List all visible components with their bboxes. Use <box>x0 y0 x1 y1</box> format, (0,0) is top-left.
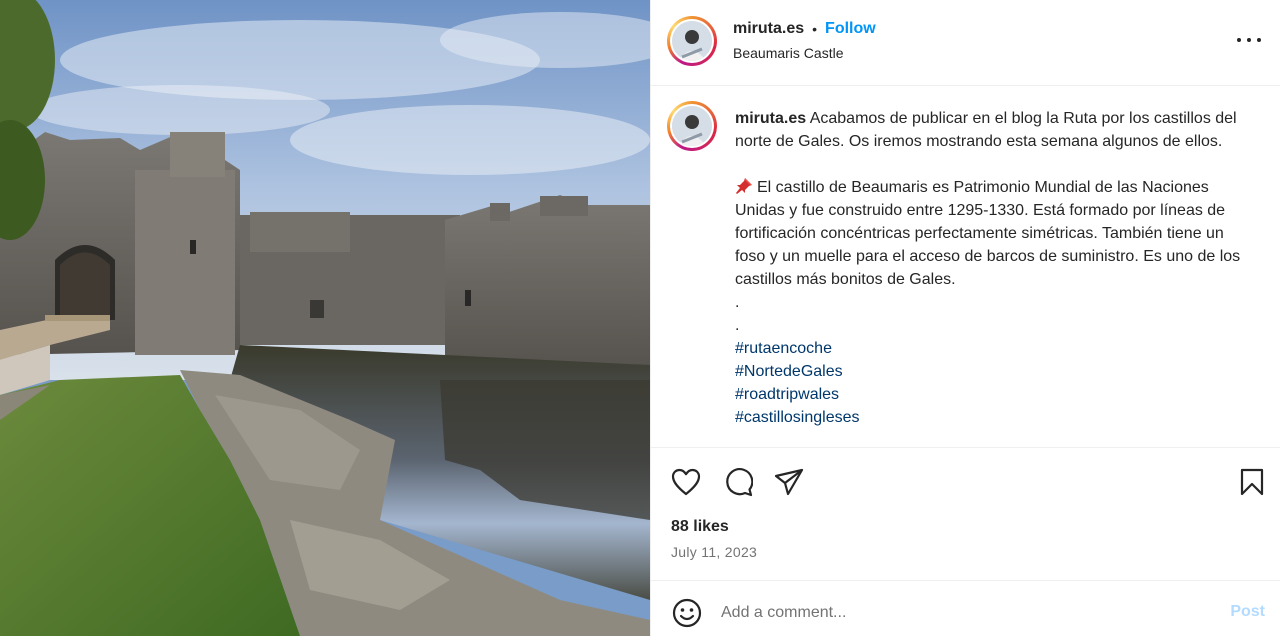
follow-button[interactable]: Follow <box>825 20 876 38</box>
heart-icon[interactable] <box>669 465 703 499</box>
caption-body: El castillo de Beaumaris es Patrimonio M… <box>735 179 1245 288</box>
caption-dot-2: . <box>735 317 740 334</box>
bookmark-icon[interactable] <box>1235 465 1269 499</box>
emoji-icon[interactable] <box>671 597 703 629</box>
comments-section[interactable]: miruta.es Acabamos de publicar en el blo… <box>651 87 1280 447</box>
avatar[interactable] <box>667 16 717 66</box>
location-link[interactable]: Beaumaris Castle <box>733 45 844 61</box>
hashtag-link[interactable]: #rutaencoche <box>735 337 1245 360</box>
avatar-photo <box>672 106 712 146</box>
post-panel: miruta.es • Follow Beaumaris Castle miru… <box>650 0 1280 636</box>
post-comment-button[interactable]: Post <box>1230 603 1265 621</box>
action-bar <box>651 447 1280 515</box>
post-date: July 11, 2023 <box>671 544 758 560</box>
caption-dot-1: . <box>735 294 740 311</box>
caption-avatar[interactable] <box>667 101 717 151</box>
caption-intro: Acabamos de publicar en el blog la Ruta … <box>735 110 1242 150</box>
separator-dot: • <box>812 21 818 37</box>
post-header: miruta.es • Follow Beaumaris Castle <box>651 0 1280 86</box>
caption-username[interactable]: miruta.es <box>735 110 806 127</box>
hashtag-link[interactable]: #castillosingleses <box>735 406 1245 429</box>
hashtag-link[interactable]: #NortedeGales <box>735 360 1245 383</box>
post-photo[interactable] <box>0 0 650 636</box>
pushpin-icon <box>736 178 752 194</box>
likes-count[interactable]: 88 likes <box>671 518 729 536</box>
hashtag-link[interactable]: #roadtripwales <box>735 383 1245 406</box>
header-user-line: miruta.es • Follow <box>733 20 876 38</box>
comment-icon[interactable] <box>721 465 755 499</box>
share-icon[interactable] <box>772 465 806 499</box>
more-options-icon[interactable] <box>1237 28 1261 52</box>
castle-photo <box>0 0 650 636</box>
caption: miruta.es Acabamos de publicar en el blo… <box>735 107 1245 429</box>
comment-input[interactable] <box>721 598 1201 628</box>
avatar-photo <box>672 21 712 61</box>
username-link[interactable]: miruta.es <box>733 20 804 38</box>
add-comment-bar: Post <box>651 580 1280 636</box>
